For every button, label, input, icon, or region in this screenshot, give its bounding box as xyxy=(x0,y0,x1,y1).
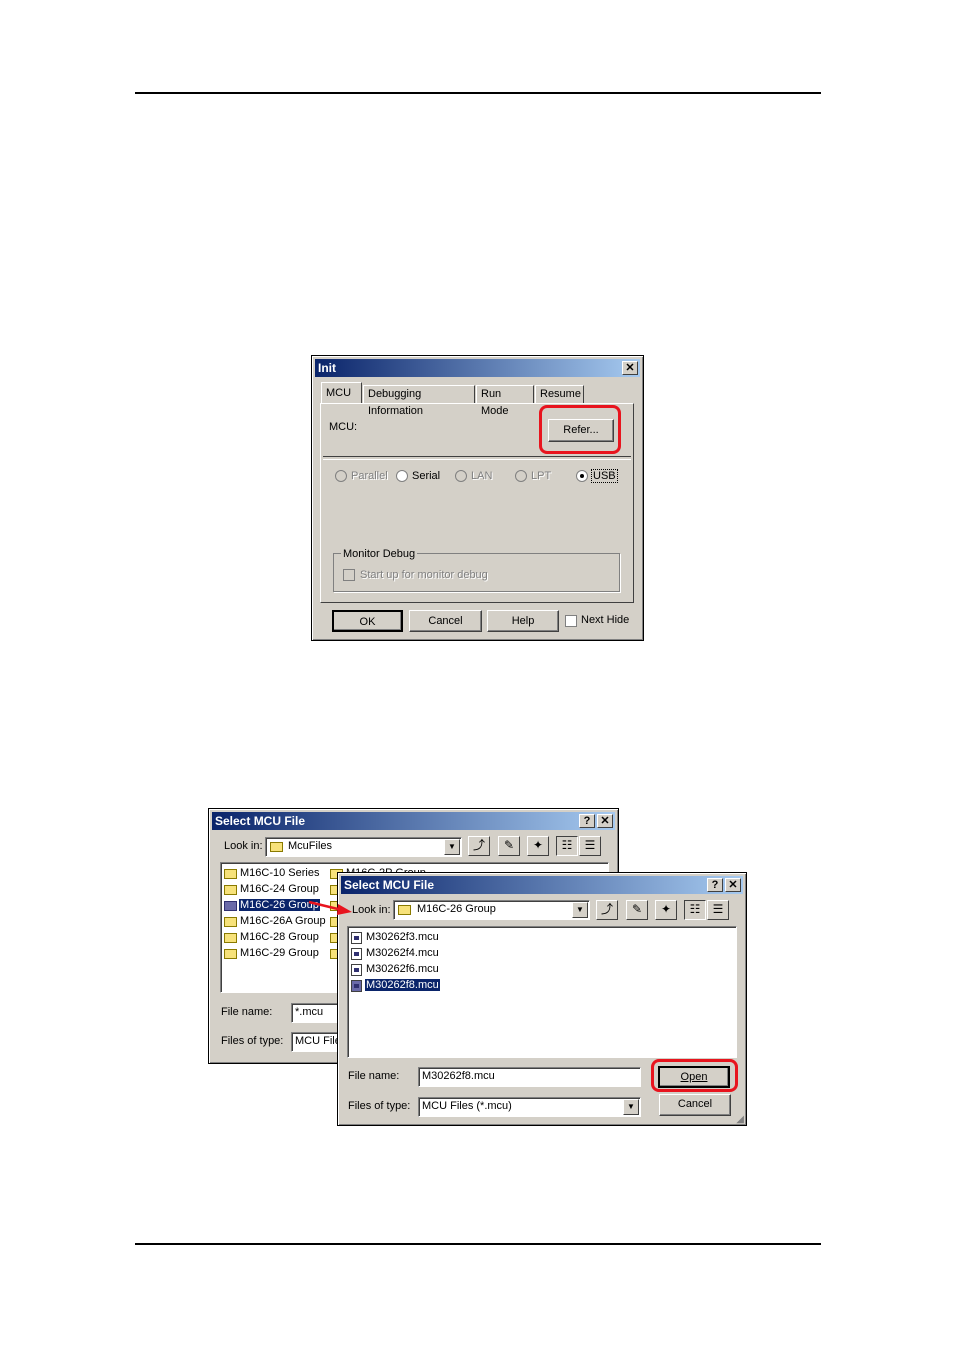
bottom-rule xyxy=(135,1243,821,1245)
front-look-in-combo[interactable]: M16C-26 Group ▼ xyxy=(393,900,590,920)
panel-divider xyxy=(323,456,631,460)
list-item[interactable]: M16C-10 Series xyxy=(240,867,319,879)
back-look-in-label: Look in: xyxy=(224,840,263,852)
front-files-of-type-value: MCU Files (*.mcu) xyxy=(422,1100,512,1112)
mcu-file-icon xyxy=(351,932,362,944)
list-view-icon[interactable]: ☷ xyxy=(684,900,706,920)
help-question-icon[interactable]: ? xyxy=(707,878,723,892)
list-item[interactable]: M16C-24 Group xyxy=(240,883,319,895)
radio-lpt[interactable] xyxy=(515,470,527,482)
monitor-checkbox-label: Start up for monitor debug xyxy=(360,569,488,581)
close-icon[interactable]: ✕ xyxy=(622,361,638,375)
init-title: Init xyxy=(318,361,336,375)
folder-icon xyxy=(224,933,237,943)
front-file-name-input[interactable]: M30262f8.mcu xyxy=(418,1067,641,1087)
radio-lan[interactable] xyxy=(455,470,467,482)
help-question-icon[interactable]: ? xyxy=(579,814,595,828)
folder-icon xyxy=(224,917,237,927)
cancel-button[interactable]: Cancel xyxy=(409,610,482,632)
arrow-indicator xyxy=(308,900,352,915)
desktop-icon[interactable]: ✎ xyxy=(626,900,648,920)
top-rule xyxy=(135,92,821,94)
back-files-of-type-value: MCU File xyxy=(295,1035,341,1047)
init-dialog: Init ✕ MCU Debugging Information Run Mod… xyxy=(311,355,644,641)
up-folder-icon[interactable]: ⤴ xyxy=(596,900,618,920)
back-look-in-value: McuFiles xyxy=(288,840,333,852)
tab-mcu[interactable]: MCU xyxy=(321,382,362,404)
front-file-name-label: File name: xyxy=(348,1070,400,1082)
select-mcu-dialog-front: Select MCU File ? ✕ Look in: M16C-26 Gro… xyxy=(337,872,747,1126)
desktop-icon[interactable]: ✎ xyxy=(498,836,520,856)
list-item[interactable]: M16C-29 Group xyxy=(240,947,319,959)
mcu-file-icon xyxy=(351,964,362,976)
back-look-in-combo[interactable]: McuFiles ▼ xyxy=(265,837,462,857)
monitor-debug-label: Monitor Debug xyxy=(341,548,418,560)
help-button[interactable]: Help xyxy=(487,610,559,632)
details-view-icon[interactable]: ☰ xyxy=(707,900,729,920)
new-folder-icon[interactable]: ✦ xyxy=(655,900,677,920)
cancel-button[interactable]: Cancel xyxy=(659,1094,731,1116)
folder-icon xyxy=(224,949,237,959)
front-look-in-value: M16C-26 Group xyxy=(417,903,496,915)
front-files-of-type-label: Files of type: xyxy=(348,1100,411,1112)
ok-button[interactable]: OK xyxy=(332,610,403,632)
close-icon[interactable]: ✕ xyxy=(597,814,613,828)
next-hide-label: Next Hide xyxy=(581,614,630,626)
radio-serial-label: Serial xyxy=(412,470,441,482)
monitor-checkbox[interactable] xyxy=(343,569,355,581)
front-file-list: M30262f3.mcu M30262f4.mcu M30262f6.mcu M… xyxy=(347,926,737,1058)
folder-icon xyxy=(224,901,237,911)
radio-usb-label: USB xyxy=(591,469,618,483)
resize-grip-icon[interactable]: ◢ xyxy=(736,1114,744,1125)
radio-parallel-label: Parallel xyxy=(351,470,388,482)
refer-highlight xyxy=(539,405,621,454)
folder-icon xyxy=(398,905,411,915)
details-view-icon[interactable]: ☰ xyxy=(579,836,601,856)
tab-run-mode[interactable]: Run Mode xyxy=(476,385,534,417)
folder-icon xyxy=(224,869,237,879)
back-title: Select MCU File xyxy=(215,814,306,828)
tab-debugging-information[interactable]: Debugging Information xyxy=(363,385,475,417)
radio-lan-label: LAN xyxy=(471,470,493,482)
list-item[interactable]: M30262f4.mcu xyxy=(366,947,439,959)
chevron-down-icon[interactable]: ▼ xyxy=(623,1099,639,1115)
new-folder-icon[interactable]: ✦ xyxy=(527,836,549,856)
folder-icon xyxy=(270,842,283,852)
radio-parallel[interactable] xyxy=(335,470,347,482)
list-view-icon[interactable]: ☷ xyxy=(556,836,578,856)
open-highlight xyxy=(651,1059,738,1092)
list-item[interactable]: M16C-28 Group xyxy=(240,931,319,943)
front-title: Select MCU File xyxy=(344,878,435,892)
init-titlebar: Init ✕ xyxy=(315,359,640,377)
radio-usb[interactable] xyxy=(576,470,588,482)
next-hide-checkbox[interactable] xyxy=(565,615,577,627)
mcu-file-icon xyxy=(351,980,362,992)
front-titlebar: Select MCU File ? ✕ xyxy=(341,876,743,894)
chevron-down-icon[interactable]: ▼ xyxy=(572,902,588,918)
front-files-of-type-select[interactable]: MCU Files (*.mcu) ▼ xyxy=(418,1097,641,1117)
folder-icon xyxy=(224,885,237,895)
mcu-label: MCU: xyxy=(329,421,358,433)
list-item[interactable]: M30262f6.mcu xyxy=(366,963,439,975)
up-folder-icon[interactable]: ⤴ xyxy=(468,836,490,856)
front-file-name-value: M30262f8.mcu xyxy=(422,1070,495,1082)
list-item-selected[interactable]: M30262f8.mcu xyxy=(364,978,441,992)
tab-resume[interactable]: Resume xyxy=(535,385,584,404)
radio-lpt-label: LPT xyxy=(531,470,552,482)
radio-serial[interactable] xyxy=(396,470,408,482)
back-file-name-value: *.mcu xyxy=(295,1006,324,1018)
list-item[interactable]: M30262f3.mcu xyxy=(366,931,439,943)
chevron-down-icon[interactable]: ▼ xyxy=(444,839,460,855)
back-file-name-label: File name: xyxy=(221,1006,273,1018)
mcu-file-icon xyxy=(351,948,362,960)
back-titlebar: Select MCU File ? ✕ xyxy=(212,812,615,830)
back-files-of-type-label: Files of type: xyxy=(221,1035,284,1047)
close-icon[interactable]: ✕ xyxy=(725,878,741,892)
